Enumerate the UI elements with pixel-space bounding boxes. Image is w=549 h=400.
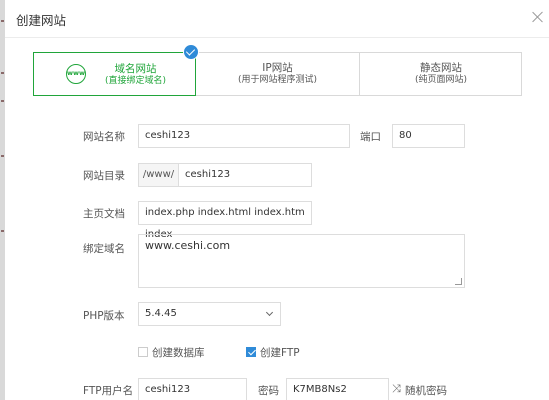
site-name-input[interactable]: ceshi123 [138,124,350,148]
php-version-value: 5.4.45 [145,308,177,319]
create-ftp-checkbox[interactable] [246,347,256,357]
background-mark [1,230,4,232]
domain-value: www.ceshi.com [145,239,231,252]
background-mark [1,20,4,22]
site-dir-label: 网站目录 [83,170,125,182]
domain-label: 绑定域名 [83,243,125,255]
index-doc-input[interactable]: index.php index.html index.htm index [138,201,312,240]
domain-textarea[interactable]: www.ceshi.com [138,234,465,288]
site-name-label: 网站名称 [83,131,125,143]
shuffle-icon[interactable]: ⤨ [392,382,401,396]
dialog-titlebar: 创建网站 [5,0,549,38]
ftp-user-input[interactable]: ceshi123 [138,378,247,400]
php-version-label: PHP版本 [83,310,125,322]
background-mark [1,72,4,74]
resize-handle-icon[interactable] [455,278,462,285]
ftp-user-label: FTP用户名 [83,385,134,397]
create-db-checkbox[interactable] [138,347,148,357]
tab-label: 静态网站 [420,62,462,74]
ftp-pass-label: 密码 [258,385,279,397]
tab-sublabel: (直接绑定域名) [104,76,167,86]
close-icon[interactable] [531,10,545,24]
tab-ip-site[interactable]: IP网站 (用于网站程序测试) [196,53,360,95]
random-pass-link[interactable]: 随机密码 [405,383,447,398]
www-icon: www [66,64,86,84]
site-dir-prefix: /www/ [138,163,178,187]
chevron-down-icon [265,308,274,317]
tab-sublabel: (用于网站程序测试) [237,75,318,85]
tab-label: 域名网站 [114,63,157,75]
background-mark [1,100,4,102]
site-dir-input[interactable]: ceshi123 [178,163,312,187]
tab-domain-site[interactable]: www 域名网站 (直接绑定域名) [33,52,196,96]
selected-check-icon [183,44,199,60]
port-label: 端口 [360,131,381,143]
background-mark [1,155,4,157]
port-input[interactable]: 80 [392,124,465,148]
php-version-select[interactable]: 5.4.45 [138,302,281,326]
index-doc-label: 主页文档 [83,208,125,220]
tab-static-site[interactable]: 静态网站 (纯页面网站) [360,53,522,95]
create-db-label: 创建数据库 [152,347,205,359]
tab-label: IP网站 [262,62,293,74]
tab-sublabel: (纯页面网站) [414,75,468,85]
dialog-title: 创建网站 [16,13,67,28]
ftp-pass-input[interactable]: K7MB8Ns2 [286,378,389,400]
create-site-dialog: 创建网站 www 域名网站 (直接绑定域名) IP网站 (用于网站程序测试) 静… [5,0,549,400]
site-type-tabs: www 域名网站 (直接绑定域名) IP网站 (用于网站程序测试) 静态网站 (… [33,52,522,96]
create-ftp-label: 创建FTP [260,347,300,359]
